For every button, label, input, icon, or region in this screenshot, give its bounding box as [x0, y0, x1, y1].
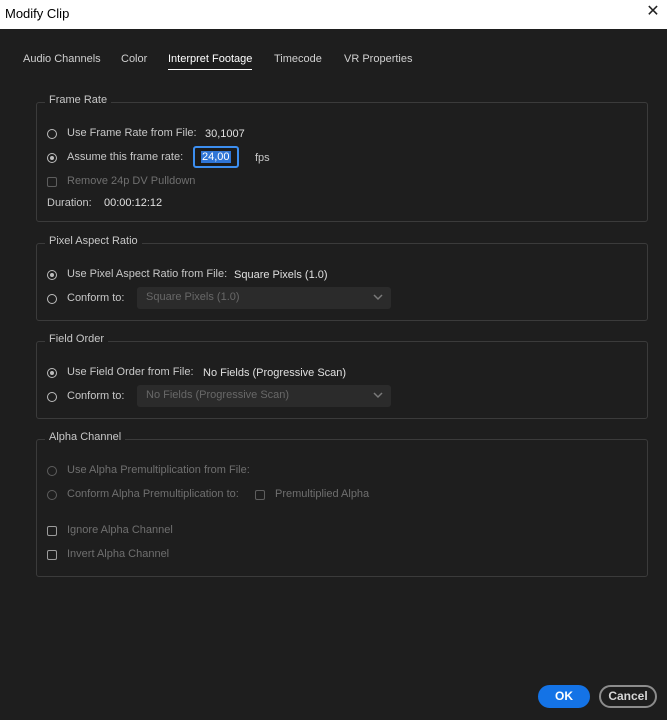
invert-alpha-checkbox[interactable]	[47, 550, 57, 560]
field-order-group: Field Order Use Field Order from File: N…	[36, 333, 648, 419]
ignore-alpha-label: Ignore Alpha Channel	[67, 524, 173, 536]
alpha-channel-legend: Alpha Channel	[45, 431, 126, 443]
tab-interpret-footage[interactable]: Interpret Footage	[168, 53, 253, 70]
conform-par-selected: Square Pixels (1.0)	[146, 291, 240, 303]
remove-pulldown-label: Remove 24p DV Pulldown	[67, 175, 196, 187]
tab-audio-channels[interactable]: Audio Channels	[23, 53, 101, 65]
conform-field-order-radio[interactable]	[47, 392, 57, 402]
tab-bar: Audio Channels Color Interpret Footage T…	[0, 29, 667, 75]
use-par-from-file-radio[interactable]	[47, 270, 57, 280]
pixel-aspect-ratio-group: Pixel Aspect Ratio Use Pixel Aspect Rati…	[36, 235, 648, 321]
conform-par-select[interactable]: Square Pixels (1.0)	[137, 287, 391, 309]
assume-frame-rate-label: Assume this frame rate:	[67, 151, 184, 163]
tab-vr-properties[interactable]: VR Properties	[344, 53, 412, 65]
file-frame-rate-value: 30,1007	[205, 128, 245, 140]
conform-par-label: Conform to:	[67, 292, 125, 304]
tab-color[interactable]: Color	[121, 53, 147, 65]
frame-rate-group: Frame Rate Use Frame Rate from File: 30,…	[36, 94, 648, 222]
pixel-aspect-ratio-legend: Pixel Aspect Ratio	[45, 235, 142, 247]
ignore-alpha-checkbox[interactable]	[47, 526, 57, 536]
frame-rate-input-value: 24,00	[201, 151, 231, 163]
use-alpha-premult-label: Use Alpha Premultiplication from File:	[67, 464, 250, 476]
assume-frame-rate-radio[interactable]	[47, 153, 57, 163]
duration-value: 00:00:12:12	[104, 197, 163, 209]
use-frame-rate-from-file-label: Use Frame Rate from File:	[67, 127, 197, 139]
frame-rate-legend: Frame Rate	[45, 94, 112, 106]
file-par-value: Square Pixels (1.0)	[234, 269, 328, 281]
conform-field-order-select[interactable]: No Fields (Progressive Scan)	[137, 385, 391, 407]
use-field-order-from-file-radio[interactable]	[47, 368, 57, 378]
frame-rate-input[interactable]: 24,00	[193, 146, 239, 168]
premultiplied-alpha-checkbox[interactable]	[255, 490, 265, 500]
window-title: Modify Clip	[5, 6, 70, 21]
remove-pulldown-checkbox[interactable]	[47, 177, 57, 187]
conform-alpha-premult-label: Conform Alpha Premultiplication to:	[67, 488, 239, 500]
cancel-button[interactable]: Cancel	[599, 685, 657, 708]
ok-button[interactable]: OK	[538, 685, 590, 708]
premultiplied-alpha-label: Premultiplied Alpha	[275, 488, 370, 500]
conform-alpha-premult-radio[interactable]	[47, 490, 57, 500]
conform-par-radio[interactable]	[47, 294, 57, 304]
tab-timecode[interactable]: Timecode	[274, 53, 322, 65]
use-frame-rate-from-file-radio[interactable]	[47, 129, 57, 139]
use-field-order-from-file-label: Use Field Order from File:	[67, 366, 194, 378]
field-order-legend: Field Order	[45, 333, 109, 345]
title-bar: Modify Clip ✕	[0, 0, 667, 29]
conform-field-order-label: Conform to:	[67, 390, 125, 402]
conform-field-order-selected: No Fields (Progressive Scan)	[146, 389, 290, 401]
close-icon[interactable]: ✕	[645, 4, 661, 20]
file-field-order-value: No Fields (Progressive Scan)	[203, 367, 347, 379]
duration-label: Duration:	[47, 197, 92, 209]
chevron-down-icon	[373, 392, 383, 399]
alpha-channel-group: Alpha Channel Use Alpha Premultiplicatio…	[36, 431, 648, 577]
fps-unit-label: fps	[255, 152, 270, 164]
chevron-down-icon	[373, 294, 383, 301]
use-alpha-premult-radio[interactable]	[47, 466, 57, 476]
invert-alpha-label: Invert Alpha Channel	[67, 548, 170, 560]
use-par-from-file-label: Use Pixel Aspect Ratio from File:	[67, 268, 228, 280]
